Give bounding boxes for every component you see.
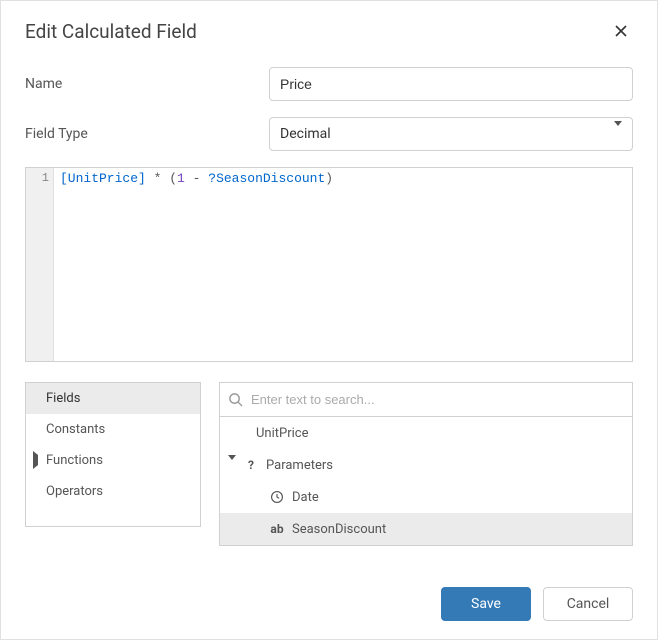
group-label: Parameters bbox=[266, 458, 333, 473]
field-type-control: Decimal bbox=[269, 117, 633, 151]
field-label: UnitPrice bbox=[256, 426, 309, 441]
category-constants[interactable]: Constants bbox=[26, 414, 200, 445]
param-seasondiscount[interactable]: ab SeasonDiscount bbox=[220, 513, 632, 545]
save-button-label: Save bbox=[471, 596, 501, 612]
line-gutter: 1 bbox=[26, 168, 54, 361]
chevron-down-icon bbox=[228, 460, 242, 470]
field-type-select[interactable]: Decimal bbox=[269, 117, 633, 151]
search-row bbox=[220, 383, 632, 417]
field-type-value: Decimal bbox=[280, 126, 331, 142]
category-fields[interactable]: Fields bbox=[26, 383, 200, 414]
field-type-row: Field Type Decimal bbox=[25, 117, 633, 151]
name-row: Name bbox=[25, 67, 633, 101]
field-unitprice[interactable]: UnitPrice bbox=[220, 417, 632, 449]
chevron-right-icon bbox=[33, 455, 38, 465]
name-control bbox=[269, 67, 633, 101]
chevron-down-icon bbox=[614, 126, 622, 142]
text-type-icon: ab bbox=[268, 522, 286, 536]
cancel-button[interactable]: Cancel bbox=[543, 587, 633, 621]
token-op: * ( bbox=[146, 171, 177, 186]
dialog-header: Edit Calculated Field bbox=[1, 1, 657, 57]
line-number: 1 bbox=[26, 171, 49, 185]
close-icon bbox=[613, 23, 629, 39]
dialog-title: Edit Calculated Field bbox=[25, 20, 197, 43]
category-label: Constants bbox=[46, 422, 105, 437]
category-functions[interactable]: Functions bbox=[26, 445, 200, 476]
fields-panel: UnitPrice ? Parameters Date ab SeasonDis… bbox=[219, 382, 633, 546]
param-label: Date bbox=[292, 490, 319, 505]
close-button[interactable] bbox=[609, 19, 633, 43]
category-list: Fields Constants Functions Operators bbox=[25, 382, 201, 527]
search-input[interactable] bbox=[249, 391, 624, 408]
edit-calculated-field-dialog: Edit Calculated Field Name Field Type De… bbox=[0, 0, 658, 640]
dialog-body: Name Field Type Decimal 1 [UnitPrice] * … bbox=[1, 57, 657, 546]
cancel-button-label: Cancel bbox=[567, 596, 610, 612]
search-icon bbox=[228, 392, 243, 407]
token-param-ref: ?SeasonDiscount bbox=[208, 171, 325, 186]
expression-editor[interactable]: 1 [UnitPrice] * (1 - ?SeasonDiscount) bbox=[25, 167, 633, 362]
token-number: 1 bbox=[177, 171, 185, 186]
param-date[interactable]: Date bbox=[220, 481, 632, 513]
lower-panels: Fields Constants Functions Operators bbox=[25, 382, 633, 546]
clock-icon bbox=[268, 490, 286, 504]
name-input[interactable] bbox=[269, 67, 633, 101]
category-label: Functions bbox=[46, 453, 103, 468]
save-button[interactable]: Save bbox=[441, 587, 531, 621]
category-label: Operators bbox=[46, 484, 103, 499]
question-icon: ? bbox=[242, 458, 260, 472]
token-op: - bbox=[185, 171, 208, 186]
param-label: SeasonDiscount bbox=[292, 522, 386, 537]
code-content[interactable]: [UnitPrice] * (1 - ?SeasonDiscount) bbox=[54, 168, 632, 361]
name-label: Name bbox=[25, 76, 269, 92]
token-op: ) bbox=[325, 171, 333, 186]
dialog-footer: Save Cancel bbox=[1, 569, 657, 639]
group-parameters[interactable]: ? Parameters bbox=[220, 449, 632, 481]
category-operators[interactable]: Operators bbox=[26, 476, 200, 507]
field-type-label: Field Type bbox=[25, 126, 269, 142]
token-field-ref: [UnitPrice] bbox=[60, 171, 146, 186]
category-label: Fields bbox=[46, 391, 80, 406]
